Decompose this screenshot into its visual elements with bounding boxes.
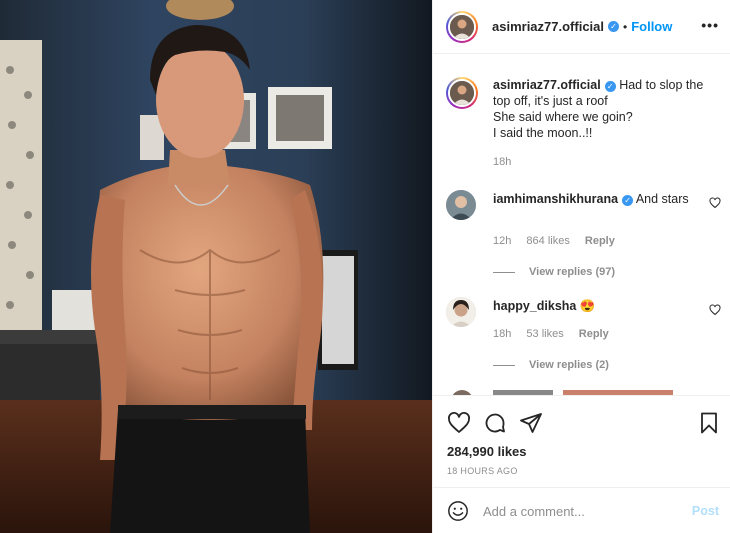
post-side-panel: asimriaz77.official ✓ • Follow ••• asimr…	[432, 0, 730, 533]
verified-badge-icon: ✓	[608, 21, 619, 32]
view-replies-label: View replies (2)	[529, 359, 609, 371]
separator-dot: •	[623, 19, 628, 34]
avatar-image	[450, 14, 474, 39]
view-replies-button[interactable]: View replies (97)	[493, 266, 615, 278]
commenter-avatar[interactable]	[446, 190, 476, 220]
follow-button[interactable]: Follow	[631, 19, 672, 34]
comment-text: 😍	[579, 299, 596, 313]
commenter-username[interactable]: happy_diksha	[493, 299, 576, 313]
likes-count[interactable]: 284,990 likes	[447, 444, 527, 459]
comment-meta: 18h 53 likes Reply	[493, 328, 621, 340]
photo-illustration	[0, 0, 432, 533]
comment-meta: 12h 864 likes Reply	[493, 235, 627, 247]
replies-divider-line	[493, 364, 515, 366]
comment-item: happy_diksha 😍 18h 53 likes Reply View r…	[446, 297, 721, 387]
commenter-username[interactable]: iamhimanshikhurana	[493, 192, 618, 206]
comment-text-block: happy_diksha 😍	[493, 298, 693, 314]
author-username[interactable]: asimriaz77.official	[492, 19, 604, 34]
post-actions: 284,990 likes 18 HOURS AGO	[433, 395, 730, 487]
view-replies-label: View replies (97)	[529, 266, 616, 278]
save-bookmark-icon[interactable]	[697, 411, 721, 435]
comment-bubble-icon[interactable]	[483, 411, 507, 435]
caption-username[interactable]: asimriaz77.official	[493, 78, 601, 92]
verified-badge-icon: ✓	[622, 195, 634, 206]
post-comment-button[interactable]: Post	[692, 504, 719, 518]
author-avatar[interactable]	[446, 10, 478, 43]
add-comment-input[interactable]	[483, 498, 683, 524]
post-photo[interactable]	[0, 0, 432, 533]
more-options-icon[interactable]: •••	[701, 17, 719, 33]
comment-likes[interactable]: 53 likes	[526, 328, 563, 340]
comment-composer: Post	[433, 487, 730, 533]
replies-divider-line	[493, 271, 515, 273]
view-replies-button[interactable]: View replies (2)	[493, 359, 609, 371]
like-comment-heart-icon[interactable]	[709, 304, 721, 316]
avatar-image	[446, 190, 476, 220]
emoji-smiley-icon[interactable]	[447, 500, 469, 522]
comment-likes[interactable]: 864 likes	[526, 235, 569, 247]
post-header: asimriaz77.official ✓ • Follow •••	[433, 0, 730, 54]
caption-line-3: I said the moon..!!	[493, 126, 593, 140]
share-paper-plane-icon[interactable]	[519, 411, 543, 435]
comment-time[interactable]: 12h	[493, 235, 511, 247]
comment-text: And stars	[635, 192, 689, 206]
like-heart-icon[interactable]	[447, 411, 471, 435]
comment-time[interactable]: 18h	[493, 328, 511, 340]
post-timestamp[interactable]: 18 HOURS AGO	[447, 466, 518, 476]
comment-text-block: iamhimanshikhurana ✓ And stars	[493, 191, 693, 207]
reply-button[interactable]: Reply	[579, 328, 609, 340]
avatar-image	[446, 297, 476, 327]
caption-timestamp[interactable]: 18h	[493, 156, 511, 168]
caption-avatar[interactable]	[446, 77, 478, 109]
comments-list[interactable]: asimriaz77.official ✓ Had to slop the top…	[433, 55, 730, 395]
reply-button[interactable]: Reply	[585, 235, 615, 247]
caption-line-2: She said where we goin?	[493, 110, 633, 124]
verified-badge-icon: ✓	[604, 81, 616, 92]
avatar-image	[450, 81, 474, 105]
caption-body: asimriaz77.official ✓ Had to slop the top…	[493, 77, 721, 141]
comment-item: iamhimanshikhurana ✓ And stars 12h 864 li…	[446, 190, 721, 280]
commenter-avatar[interactable]	[446, 297, 476, 327]
like-comment-heart-icon[interactable]	[709, 197, 721, 209]
